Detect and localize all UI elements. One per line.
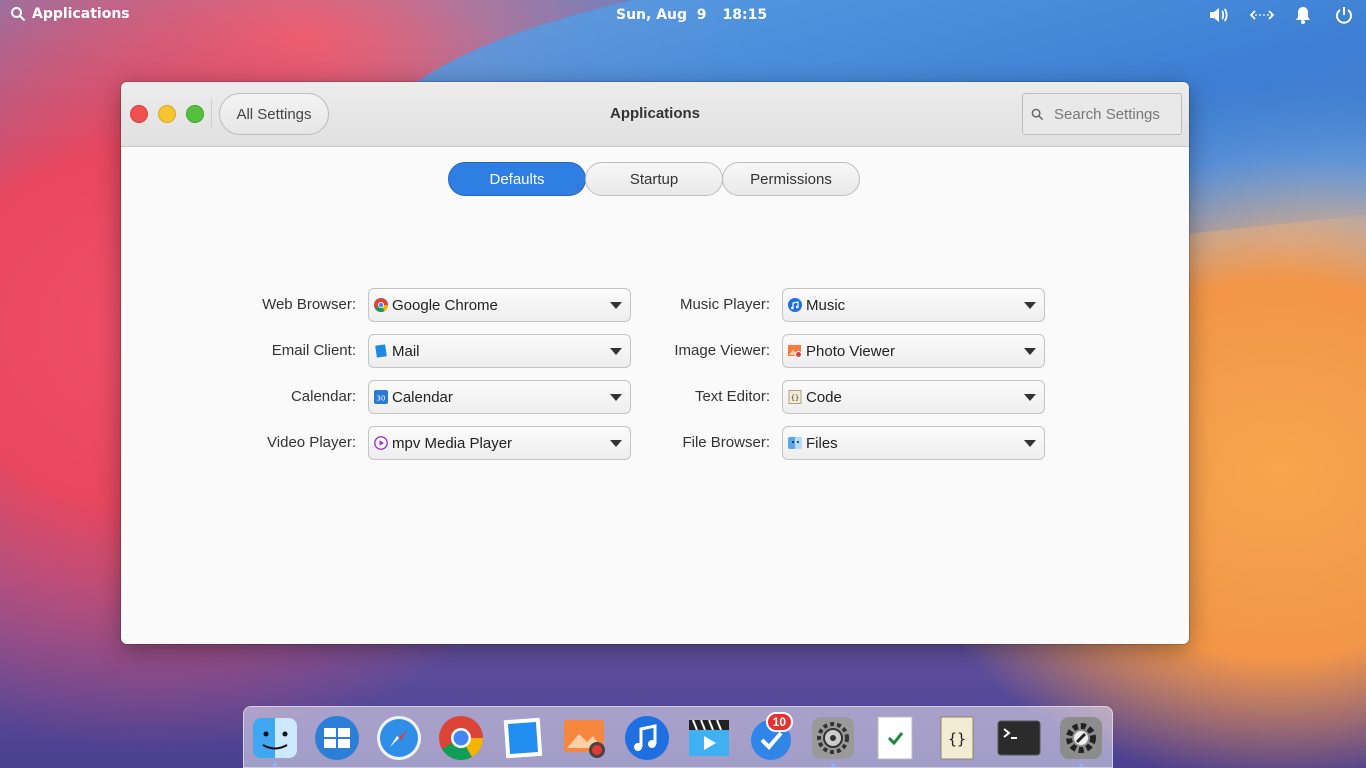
chevron-down-icon [1024, 440, 1036, 447]
text-editor-combo[interactable]: {} Code [782, 380, 1045, 414]
mpv-icon [374, 436, 388, 450]
video-player-value: mpv Media Player [392, 434, 513, 452]
settings-window: All Settings Applications Defaults Start… [121, 82, 1189, 644]
running-indicator [831, 763, 835, 767]
code-icon: {} [788, 390, 802, 404]
running-indicator [273, 763, 277, 767]
applications-menu[interactable]: Applications [10, 6, 130, 22]
mail-icon [375, 344, 387, 358]
image-viewer-value: Photo Viewer [806, 342, 895, 360]
settings-icon[interactable] [1057, 714, 1105, 767]
file-browser-value: Files [806, 434, 838, 452]
notifications-icon[interactable] [1292, 4, 1314, 26]
chrome-icon [374, 298, 388, 312]
music-icon[interactable] [623, 714, 671, 762]
videos-icon[interactable] [685, 714, 733, 762]
web-browser-value: Google Chrome [392, 296, 498, 314]
time-text: 18:15 [722, 7, 768, 23]
search-icon [11, 7, 26, 22]
files-icon [788, 437, 802, 449]
music-player-combo[interactable]: Music [782, 288, 1045, 322]
web-browser-label: Web Browser: [262, 296, 356, 313]
running-indicator [1079, 763, 1083, 767]
music-player-value: Music [806, 296, 846, 314]
code-icon[interactable]: {} [933, 714, 981, 762]
calendar-icon-text: 30 [377, 395, 386, 403]
tab-permissions[interactable]: Permissions [722, 162, 860, 196]
calendar-value: Calendar [392, 388, 453, 406]
safari-icon[interactable] [375, 714, 423, 762]
tab-bar: Defaults Startup Permissions [448, 162, 860, 196]
titlebar: All Settings Applications [121, 82, 1189, 147]
calendar-label: Calendar: [290, 388, 356, 405]
music-icon [788, 298, 802, 312]
video-player-label: Video Player: [267, 434, 356, 451]
photos-icon[interactable] [561, 714, 609, 762]
multitasking-icon[interactable] [313, 714, 361, 762]
finder-icon[interactable] [251, 714, 299, 767]
photo-icon [788, 345, 802, 358]
search-field[interactable] [1022, 93, 1182, 135]
svg-text:{}: {} [948, 730, 966, 748]
text-editor-value: Code [806, 388, 842, 406]
chevron-down-icon [1024, 394, 1036, 401]
text-editor-label: Text Editor: [694, 388, 770, 405]
notes-icon[interactable] [871, 714, 919, 762]
image-viewer-label: Image Viewer: [674, 342, 770, 359]
tasks-icon[interactable]: 10 [747, 712, 795, 762]
chrome-icon[interactable] [437, 714, 485, 762]
svg-text:{}: {} [791, 394, 799, 402]
network-icon[interactable] [1249, 4, 1275, 26]
volume-icon[interactable] [1207, 4, 1229, 26]
system-preferences-icon[interactable] [809, 714, 857, 767]
music-player-label: Music Player: [679, 296, 770, 313]
tab-startup[interactable]: Startup [585, 162, 723, 196]
applications-label: Applications [32, 6, 130, 22]
terminal-icon[interactable] [995, 714, 1043, 762]
clock[interactable]: Sun, Aug 9 18:15 [616, 7, 783, 23]
email-client-label: Email Client: [271, 342, 356, 359]
search-icon [1031, 108, 1044, 120]
calendar-icon: 30 [374, 390, 388, 404]
mail-icon[interactable] [499, 714, 547, 762]
image-viewer-combo[interactable]: Photo Viewer [782, 334, 1045, 368]
email-client-value: Mail [392, 342, 420, 360]
chevron-down-icon [1024, 302, 1036, 309]
file-browser-label: File Browser: [682, 434, 770, 451]
dock: 10 {} [243, 706, 1113, 768]
tasks-badge: 10 [765, 712, 793, 732]
search-input[interactable] [1052, 104, 1176, 124]
date-text: Sun, Aug 9 [616, 7, 707, 23]
tab-defaults[interactable]: Defaults [448, 162, 586, 196]
power-icon[interactable] [1333, 4, 1355, 26]
top-panel: Applications Sun, Aug 9 18:15 [0, 0, 1366, 30]
chevron-down-icon [1024, 348, 1036, 355]
file-browser-combo[interactable]: Files [782, 426, 1045, 460]
